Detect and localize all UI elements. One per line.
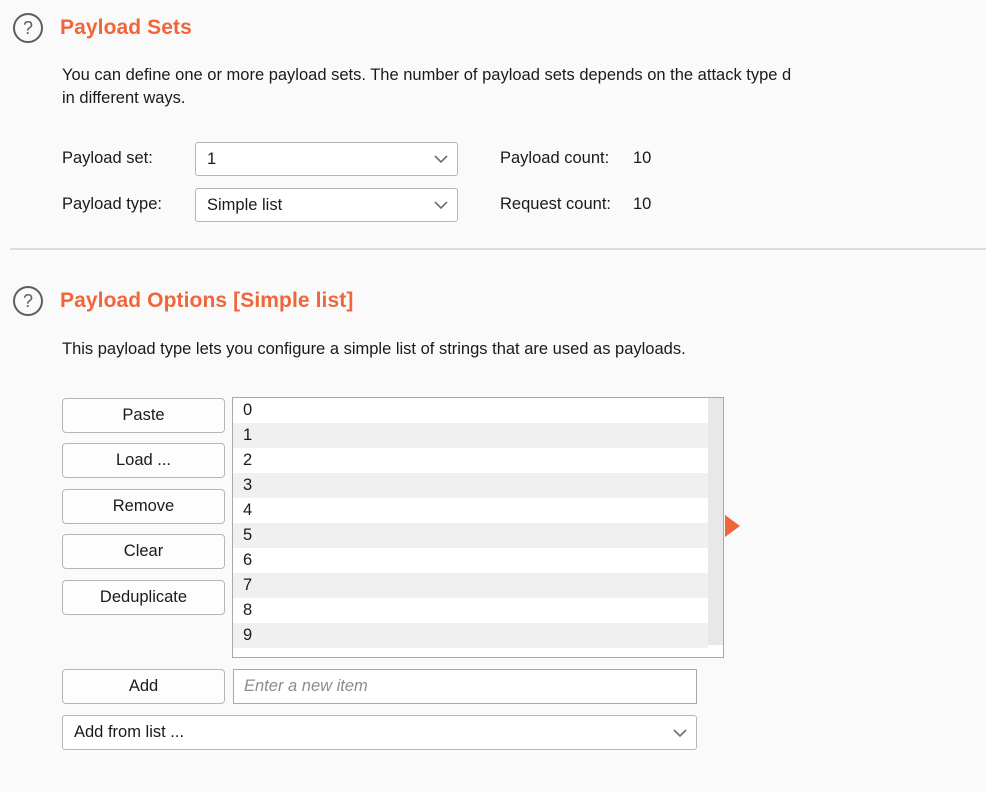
help-circle-icon[interactable]: ? bbox=[13, 286, 43, 316]
payload-options-header: ? Payload Options [Simple list] bbox=[13, 286, 353, 316]
payload-type-value: Simple list bbox=[207, 196, 433, 215]
payload-sets-description-line1: You can define one or more payload sets.… bbox=[62, 64, 791, 87]
payload-set-label: Payload set: bbox=[62, 149, 153, 168]
payload-set-value: 1 bbox=[207, 150, 433, 169]
payload-list-rows[interactable]: 0123456789 bbox=[233, 398, 723, 657]
chevron-down-icon bbox=[672, 728, 688, 738]
play-triangle-marker-icon bbox=[725, 515, 740, 537]
chevron-down-icon bbox=[433, 200, 449, 210]
request-count-label: Request count: bbox=[500, 195, 611, 214]
section-divider bbox=[10, 248, 986, 250]
help-circle-icon[interactable]: ? bbox=[13, 13, 43, 43]
payload-options-title: Payload Options [Simple list] bbox=[60, 289, 353, 313]
list-item[interactable]: 1 bbox=[233, 423, 723, 448]
payload-type-label: Payload type: bbox=[62, 195, 162, 214]
add-button[interactable]: Add bbox=[62, 669, 225, 704]
add-from-list-dropdown[interactable]: Add from list ... bbox=[62, 715, 697, 750]
list-item[interactable]: 2 bbox=[233, 448, 723, 473]
payload-list-scrollbar[interactable] bbox=[708, 398, 723, 657]
list-item[interactable]: 8 bbox=[233, 598, 723, 623]
paste-button[interactable]: Paste bbox=[62, 398, 225, 433]
payload-count-value: 10 bbox=[633, 149, 651, 168]
remove-button[interactable]: Remove bbox=[62, 489, 225, 524]
list-item[interactable]: 0 bbox=[233, 398, 723, 423]
scrollbar-thumb[interactable] bbox=[708, 398, 723, 645]
request-count-value: 10 bbox=[633, 195, 651, 214]
load-button[interactable]: Load ... bbox=[62, 443, 225, 478]
page-title: Payload Sets bbox=[60, 16, 192, 40]
chevron-down-icon bbox=[433, 154, 449, 164]
payload-count-label: Payload count: bbox=[500, 149, 609, 168]
new-item-input[interactable] bbox=[233, 669, 697, 704]
list-item[interactable]: 5 bbox=[233, 523, 723, 548]
add-from-list-value: Add from list ... bbox=[74, 723, 672, 742]
list-item[interactable]: 7 bbox=[233, 573, 723, 598]
list-item[interactable]: 3 bbox=[233, 473, 723, 498]
payload-sets-description-line2: in different ways. bbox=[62, 87, 186, 110]
payload-sets-header: ? Payload Sets bbox=[13, 13, 192, 43]
payload-set-dropdown[interactable]: 1 bbox=[195, 142, 458, 176]
clear-button[interactable]: Clear bbox=[62, 534, 225, 569]
list-item[interactable]: 6 bbox=[233, 548, 723, 573]
payload-options-description: This payload type lets you configure a s… bbox=[62, 338, 686, 361]
payload-list[interactable]: 0123456789 bbox=[232, 397, 724, 658]
deduplicate-button[interactable]: Deduplicate bbox=[62, 580, 225, 615]
list-item[interactable]: 9 bbox=[233, 623, 723, 648]
payload-type-dropdown[interactable]: Simple list bbox=[195, 188, 458, 222]
list-item[interactable]: 4 bbox=[233, 498, 723, 523]
